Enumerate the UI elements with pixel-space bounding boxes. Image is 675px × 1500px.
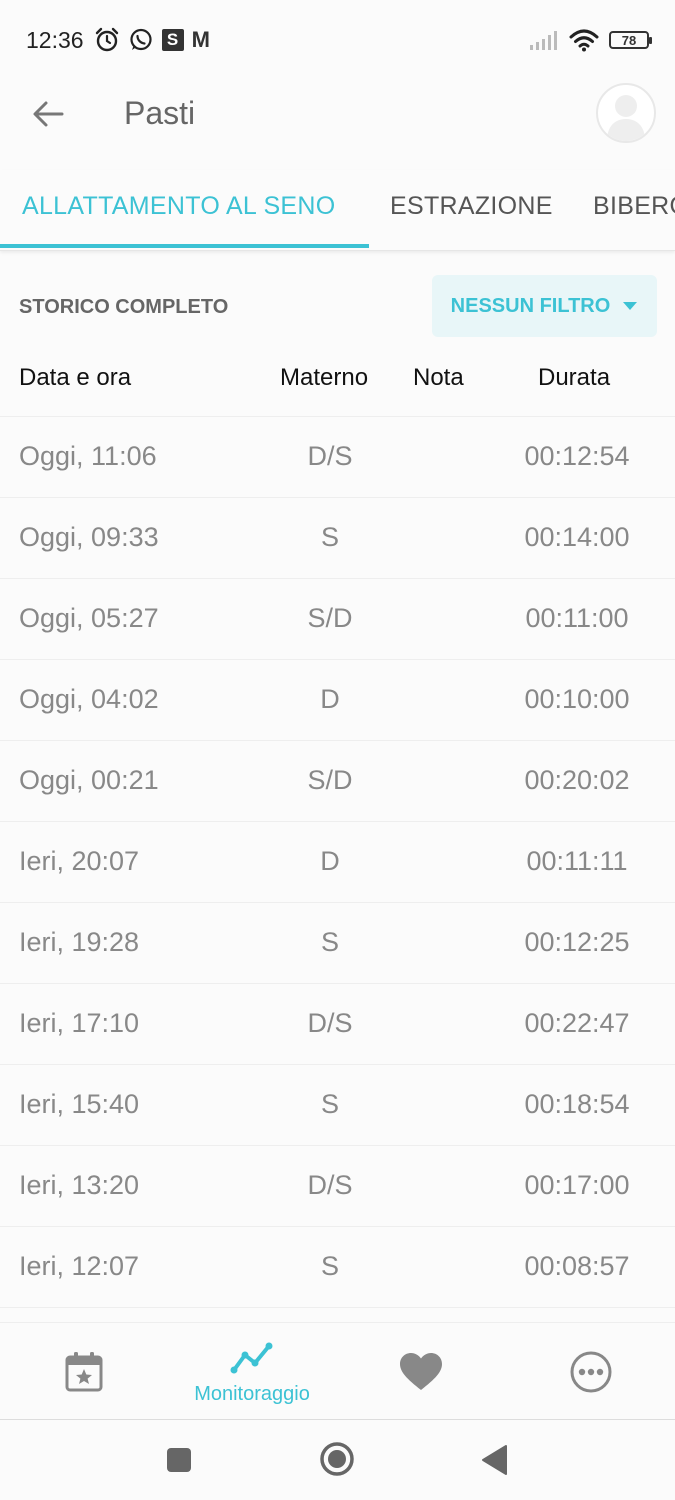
status-left: 12:36 S M <box>26 27 210 54</box>
row-side: D/S <box>307 1008 353 1038</box>
row-date: Oggi, 11:06 <box>19 441 157 471</box>
row-side: S <box>320 1251 339 1281</box>
table-row[interactable]: Oggi, 00:21 S/D 00:20:02 <box>0 741 675 822</box>
page-title: Pasti <box>124 95 196 131</box>
row-side: D/S <box>307 1170 353 1200</box>
gmail-icon: M <box>191 27 210 52</box>
filter-row: STORICO COMPLETO NESSUN FILTRO <box>0 275 675 337</box>
table-body: Oggi, 11:06 D/S 00:12:54 Oggi, 09:33 S 0… <box>0 417 675 1308</box>
row-duration: 00:22:47 <box>524 1008 630 1038</box>
row-duration: 00:20:02 <box>524 765 630 795</box>
table-row[interactable]: Ieri, 12:07 S 00:08:57 <box>0 1227 675 1308</box>
row-side: S <box>320 927 339 957</box>
header-date: Data e ora <box>19 364 132 391</box>
table-row[interactable]: Ieri, 19:28 S 00:12:25 <box>0 903 675 984</box>
row-duration: 00:11:11 <box>526 846 628 876</box>
row-duration: 00:08:57 <box>524 1251 630 1281</box>
alarm-icon <box>95 27 118 52</box>
table-row[interactable]: Ieri, 13:20 D/S 00:17:00 <box>0 1146 675 1227</box>
wifi-icon <box>569 29 599 52</box>
row-date: Oggi, 04:02 <box>19 684 159 714</box>
header-duration: Durata <box>538 364 611 391</box>
recent-apps-icon[interactable] <box>166 1447 192 1473</box>
nav-item-monitoraggio[interactable]: Monitoraggio <box>168 1323 336 1419</box>
table-row[interactable]: Oggi, 09:33 S 00:14:00 <box>0 498 675 579</box>
trend-line-icon <box>230 1342 273 1374</box>
table-row[interactable]: Oggi, 04:02 D 00:10:00 <box>0 660 675 741</box>
row-duration: 00:12:25 <box>524 927 630 957</box>
filter-label: NESSUN FILTRO <box>450 294 611 317</box>
filter-dropdown-button[interactable]: NESSUN FILTRO <box>432 275 657 337</box>
row-date: Oggi, 09:33 <box>19 522 159 552</box>
signal-icon <box>530 31 557 50</box>
history-label: STORICO COMPLETO <box>19 296 229 318</box>
row-duration: 00:18:54 <box>524 1089 630 1119</box>
status-right: 78 <box>529 28 652 52</box>
row-date: Oggi, 00:21 <box>19 765 159 795</box>
bottom-nav: Monitoraggio <box>0 1322 675 1420</box>
row-duration: 00:17:00 <box>524 1170 630 1200</box>
row-side: S/D <box>307 765 353 795</box>
home-icon[interactable] <box>319 1441 355 1477</box>
user-silhouette-icon <box>607 95 645 141</box>
row-date: Ieri, 15:40 <box>19 1089 140 1119</box>
status-bar: 12:36 S M 78 <box>0 0 675 80</box>
table-row[interactable]: Ieri, 15:40 S 00:18:54 <box>0 1065 675 1146</box>
caret-down-icon <box>623 302 638 310</box>
table-row[interactable]: Ieri, 20:07 D 00:11:11 <box>0 822 675 903</box>
row-side: S <box>320 522 339 552</box>
calendar-star-icon <box>65 1352 103 1392</box>
row-duration: 00:12:54 <box>524 441 630 471</box>
tab-estrazione[interactable]: ESTRAZIONE <box>390 192 553 221</box>
nav-item-more[interactable] <box>507 1323 675 1419</box>
header-note: Nota <box>413 364 464 391</box>
row-side: D <box>320 684 340 714</box>
avatar[interactable] <box>596 83 656 143</box>
row-side: S/D <box>307 603 353 633</box>
row-duration: 00:11:00 <box>525 603 629 633</box>
row-date: Ieri, 13:20 <box>19 1170 140 1200</box>
arrow-left-icon <box>33 101 64 127</box>
header-side: Materno <box>280 364 369 391</box>
whatsapp-icon <box>129 28 152 51</box>
tab-bar: ALLATTAMENTO AL SENO ESTRAZIONE BIBERON <box>0 170 675 251</box>
nav-item-calendar[interactable] <box>0 1323 168 1419</box>
tab-allattamento[interactable]: ALLATTAMENTO AL SENO <box>22 192 336 221</box>
row-side: D <box>320 846 340 876</box>
row-side: S <box>320 1089 339 1119</box>
nav-label-monitoraggio: Monitoraggio <box>194 1383 310 1405</box>
row-date: Ieri, 20:07 <box>19 846 140 876</box>
table-row[interactable]: Ieri, 17:10 D/S 00:22:47 <box>0 984 675 1065</box>
row-date: Ieri, 19:28 <box>19 927 140 957</box>
row-duration: 00:10:00 <box>524 684 630 714</box>
row-duration: 00:14:00 <box>524 522 630 552</box>
row-date: Oggi, 05:27 <box>19 603 159 633</box>
system-nav-bar <box>0 1420 675 1500</box>
table-row[interactable]: Oggi, 11:06 D/S 00:12:54 <box>0 417 675 498</box>
row-date: Ieri, 12:07 <box>19 1251 140 1281</box>
row-date: Ieri, 17:10 <box>19 1008 140 1038</box>
back-button[interactable] <box>28 94 68 134</box>
tab-indicator <box>0 244 369 248</box>
app-bar: Pasti <box>0 80 675 152</box>
table-row[interactable]: Oggi, 05:27 S/D 00:11:00 <box>0 579 675 660</box>
back-triangle-icon[interactable] <box>480 1444 508 1476</box>
status-time: 12:36 <box>26 26 84 53</box>
tab-biberon[interactable]: BIBERON <box>593 192 675 221</box>
battery-indicator: 78 <box>609 31 652 49</box>
more-icon <box>570 1351 612 1393</box>
row-side: D/S <box>307 441 353 471</box>
nav-item-heart[interactable] <box>337 1323 505 1419</box>
s-app-icon: S <box>161 29 184 51</box>
table-header: Data e ora Materno Nota Durata <box>0 350 675 417</box>
heart-icon <box>400 1353 442 1390</box>
